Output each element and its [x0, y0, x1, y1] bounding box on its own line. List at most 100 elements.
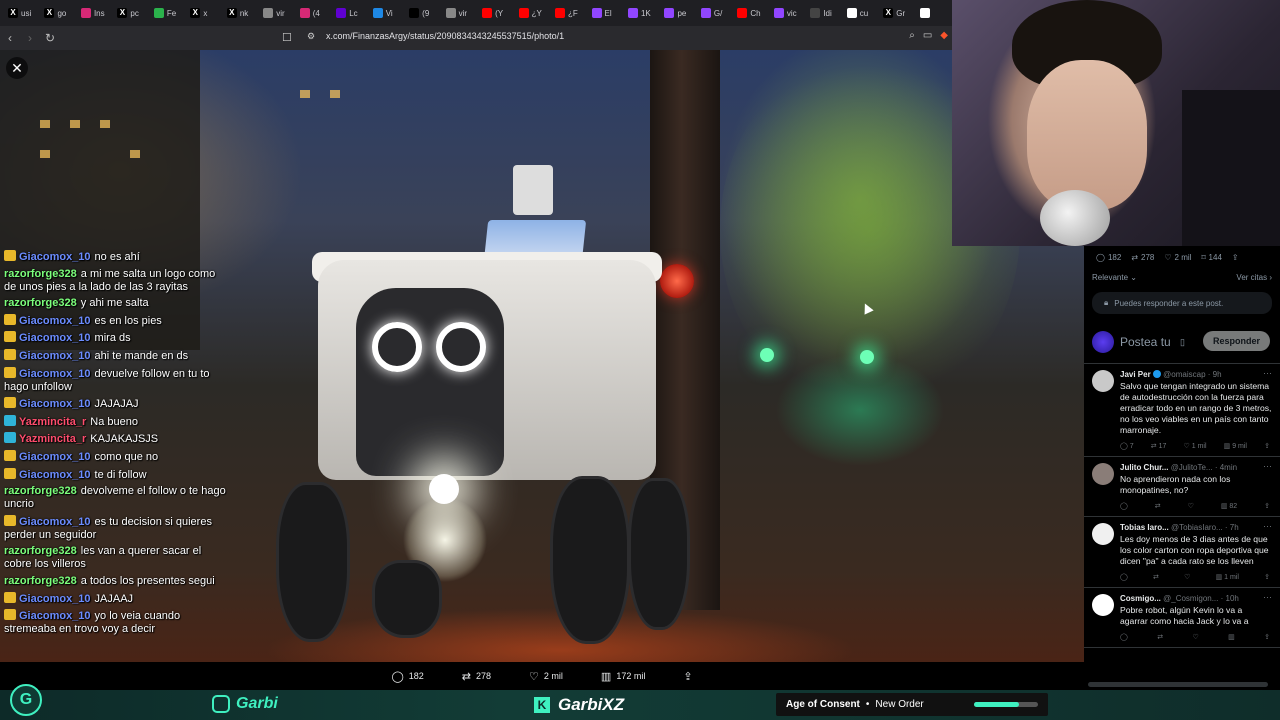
chat-username[interactable]: Giacomox_10 [19, 332, 91, 344]
bookmark-icon[interactable]: ☐ [282, 31, 292, 44]
chat-username[interactable]: Giacomox_10 [19, 315, 91, 327]
author-name[interactable]: Julito Chur... [1120, 463, 1168, 472]
back-icon[interactable]: ‹ [0, 28, 20, 48]
like-action[interactable]: ♡ [1192, 633, 1198, 641]
chat-username[interactable]: razorforge328 [4, 545, 77, 557]
browser-tab[interactable]: El [588, 2, 624, 24]
repost-action[interactable]: ⇄ 17 [1151, 442, 1167, 450]
reply-action[interactable]: ◯ [1120, 573, 1128, 581]
avatar[interactable] [1092, 370, 1114, 392]
chat-username[interactable]: Giacomox_10 [19, 593, 91, 605]
repost-action[interactable]: ⇄ 278 [462, 670, 491, 683]
url-field[interactable]: x.com/FinanzasArgy/status/20908343432455… [326, 31, 564, 41]
repost-action[interactable]: ⇄ [1155, 502, 1161, 510]
more-options-icon[interactable]: ··· [1263, 521, 1272, 531]
browser-tab[interactable]: Lc [332, 2, 368, 24]
brave-shield-icon[interactable]: ◆ [940, 30, 948, 41]
share-stat[interactable]: ⇪ [1232, 253, 1239, 262]
browser-tab[interactable]: Xnk [223, 2, 259, 24]
horizontal-scrollbar[interactable] [1088, 682, 1268, 687]
browser-tab[interactable]: X Gr [879, 2, 915, 24]
close-photo-button[interactable]: ✕ [6, 57, 28, 79]
like-action[interactable]: ♡ 1 mil [1184, 442, 1207, 450]
browser-tab[interactable]: Xpc [113, 2, 149, 24]
browser-tab[interactable]: Vi [369, 2, 405, 24]
repost-action[interactable]: ⇄ [1153, 573, 1159, 581]
more-options-icon[interactable]: ··· [1263, 461, 1272, 471]
chat-username[interactable]: razorforge328 [4, 575, 77, 587]
share-icon[interactable]: ⇪ [1264, 442, 1270, 450]
author-handle[interactable]: @_Cosmigon... · 10h [1163, 594, 1239, 603]
like-action[interactable]: ♡ [1188, 502, 1194, 510]
browser-tab[interactable]: ¿Y [515, 2, 551, 24]
more-options-icon[interactable]: ··· [1263, 592, 1272, 602]
browser-tab[interactable]: G/ [697, 2, 733, 24]
reply-action[interactable]: ◯ [1120, 633, 1128, 641]
browser-tab[interactable]: Xx [186, 2, 222, 24]
reply-action[interactable]: ◯ [1120, 502, 1128, 510]
gif-icon[interactable]: ▯ [1180, 337, 1185, 348]
more-options-icon[interactable]: ··· [1263, 368, 1272, 378]
zoom-icon[interactable]: ⌕ [909, 30, 915, 41]
author-handle[interactable]: @omaiscap · 9h [1163, 370, 1221, 379]
view-quotes-link[interactable]: Ver citas › [1236, 273, 1272, 282]
browser-tab[interactable]: Fe [150, 2, 186, 24]
reply-tweet[interactable]: Javi Per @omaiscap · 9h Salvo que tengan … [1084, 364, 1280, 457]
chat-username[interactable]: Giacomox_10 [19, 451, 91, 463]
chat-username[interactable]: razorforge328 [4, 297, 77, 309]
browser-tab[interactable]: vic [770, 2, 806, 24]
like-action[interactable]: ♡ [1184, 573, 1190, 581]
chat-username[interactable]: razorforge328 [4, 485, 77, 497]
like-stat[interactable]: ♡ 2 mil [1164, 253, 1191, 262]
chat-username[interactable]: Giacomox_10 [19, 516, 91, 528]
chat-username[interactable]: Giacomox_10 [19, 610, 91, 622]
share-action[interactable]: ⇪ [683, 670, 692, 683]
views-action[interactable]: ▥ 172 mil [601, 670, 645, 683]
browser-tab[interactable]: (9 [405, 2, 441, 24]
browser-tab[interactable]: cu [843, 2, 879, 24]
browser-tab[interactable]: (Y [478, 2, 514, 24]
views-action[interactable]: ▥ 82 [1221, 502, 1237, 510]
browser-tab[interactable]: 1K [624, 2, 660, 24]
like-action[interactable]: ♡ 2 mil [529, 670, 563, 683]
avatar[interactable] [1092, 523, 1114, 545]
browser-tab[interactable]: ¿F [551, 2, 587, 24]
chat-username[interactable]: Giacomox_10 [19, 251, 91, 263]
views-action[interactable]: ▥ 1 mil [1216, 573, 1239, 581]
author-name[interactable]: Cosmigo... [1120, 594, 1161, 603]
chat-username[interactable]: Giacomox_10 [19, 398, 91, 410]
reply-tweet[interactable]: Julito Chur... @JulitoTe... · 4min No apr… [1084, 457, 1280, 517]
chat-username[interactable]: Giacomox_10 [19, 350, 91, 362]
author-name[interactable]: Javi Per [1120, 370, 1151, 379]
browser-tab[interactable]: Xusi [4, 2, 40, 24]
chat-username[interactable]: Yazmincita_r [19, 416, 86, 428]
chat-username[interactable]: razorforge328 [4, 268, 77, 280]
reply-action[interactable]: ◯ 182 [391, 670, 423, 683]
reply-action[interactable]: ◯ 7 [1120, 442, 1134, 450]
chat-username[interactable]: Yazmincita_r [19, 433, 86, 445]
author-handle[interactable]: @JulitoTe... · 4min [1171, 463, 1237, 472]
bookmark-stat[interactable]: ⌑ 144 [1201, 253, 1221, 262]
browser-tab[interactable]: vir [259, 2, 295, 24]
reply-button[interactable]: Responder [1202, 331, 1270, 351]
browser-tab[interactable]: (4 [296, 2, 332, 24]
browser-tab[interactable]: vir [442, 2, 478, 24]
browser-tab[interactable]: Idi [806, 2, 842, 24]
reply-tweet[interactable]: Cosmigo... @_Cosmigon... · 10h Pobre robo… [1084, 588, 1280, 648]
reply-input[interactable]: Postea tu [1120, 335, 1171, 349]
forward-icon[interactable]: › [20, 28, 40, 48]
reply-stat[interactable]: ◯ 182 [1096, 253, 1121, 262]
site-info-icon[interactable]: ⚙ [307, 31, 315, 42]
share-icon[interactable]: ⇪ [1264, 573, 1270, 581]
author-name[interactable]: Tobias Iaro... [1120, 523, 1169, 532]
share-icon[interactable]: ⇪ [1264, 633, 1270, 641]
reload-icon[interactable]: ↻ [40, 28, 60, 48]
sort-dropdown[interactable]: Relevante ⌄ [1092, 273, 1137, 282]
share-icon[interactable]: ⇪ [1264, 502, 1270, 510]
avatar[interactable] [1092, 463, 1114, 485]
chat-username[interactable]: Giacomox_10 [19, 469, 91, 481]
views-action[interactable]: ▥ 9 mil [1224, 442, 1247, 450]
cast-icon[interactable]: ▭ [923, 30, 932, 41]
repost-stat[interactable]: ⇄ 278 [1131, 253, 1154, 262]
browser-tab[interactable]: Ch [733, 2, 769, 24]
